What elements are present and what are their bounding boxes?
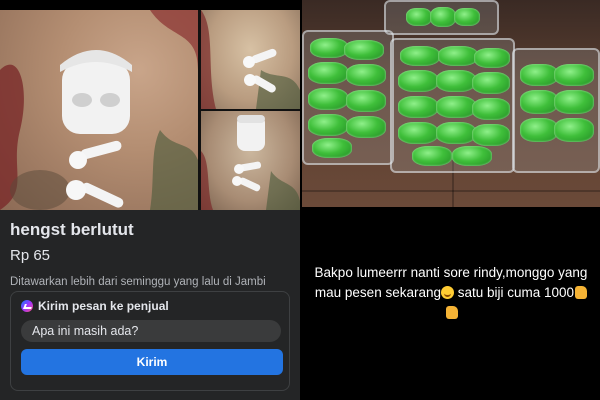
listing-photo-thumb-2[interactable] — [201, 111, 300, 210]
green-package — [398, 122, 438, 144]
green-package — [346, 90, 386, 112]
green-package — [474, 48, 510, 68]
green-package — [412, 146, 452, 166]
green-package — [472, 72, 510, 94]
smiling-face-icon — [441, 286, 454, 299]
plastic-container — [302, 30, 394, 165]
thumbs-up-icon — [445, 306, 458, 319]
green-package — [436, 70, 476, 92]
green-package — [554, 90, 594, 114]
earbuds-thumb-illustration — [201, 115, 300, 210]
listing-title: hengst berlutut — [10, 220, 134, 239]
social-post-panel: Bakpo lumeerrr nanti sore rindy,monggo y… — [302, 0, 600, 400]
green-package — [406, 8, 432, 26]
listing-price: Rp 65 — [10, 247, 51, 264]
green-package — [308, 88, 348, 110]
green-package — [520, 90, 558, 114]
send-button[interactable]: Kirim — [21, 349, 283, 375]
plastic-container — [512, 48, 600, 173]
message-card-label: Kirim pesan ke penjual — [38, 299, 169, 313]
green-package — [436, 122, 476, 144]
green-package — [346, 116, 386, 138]
message-input[interactable] — [21, 320, 281, 342]
floor-tile-line — [302, 190, 600, 192]
plastic-container — [390, 38, 515, 173]
earbuds-thumb-illustration — [201, 10, 300, 109]
messenger-icon — [21, 300, 33, 312]
plastic-container — [384, 0, 499, 35]
green-package — [346, 64, 386, 86]
green-package — [398, 96, 438, 118]
listing-photo-thumb-1[interactable] — [201, 10, 300, 109]
green-package — [554, 64, 594, 86]
green-package — [452, 146, 492, 166]
green-package — [310, 38, 348, 58]
earbuds-photo-illustration — [0, 10, 198, 210]
message-card-header: Kirim pesan ke penjual — [21, 299, 169, 313]
message-seller-card: Kirim pesan ke penjual Kirim — [10, 291, 290, 391]
green-package — [344, 40, 384, 60]
green-package — [472, 98, 510, 120]
listing-meta: Ditawarkan lebih dari seminggu yang lalu… — [10, 276, 266, 288]
green-package — [438, 46, 478, 66]
green-package — [454, 8, 480, 26]
green-package — [312, 138, 352, 158]
top-strip — [0, 0, 300, 10]
post-caption: Bakpo lumeerrr nanti sore rindy,monggo y… — [314, 263, 588, 323]
green-package — [436, 96, 476, 118]
green-package — [554, 118, 594, 142]
post-photo[interactable] — [302, 0, 600, 207]
green-package — [398, 70, 438, 92]
green-package — [308, 114, 348, 136]
listing-photo-main[interactable] — [0, 10, 198, 210]
green-package — [308, 62, 348, 84]
caption-text: satu biji cuma 1000 — [454, 285, 575, 300]
green-package — [520, 64, 558, 86]
green-package — [472, 124, 510, 146]
marketplace-listing-panel: hengst berlutut Rp 65 Ditawarkan lebih d… — [0, 0, 300, 400]
green-package — [430, 7, 456, 27]
thumbs-up-icon — [575, 286, 588, 299]
green-package — [520, 118, 558, 142]
green-package — [400, 46, 440, 66]
